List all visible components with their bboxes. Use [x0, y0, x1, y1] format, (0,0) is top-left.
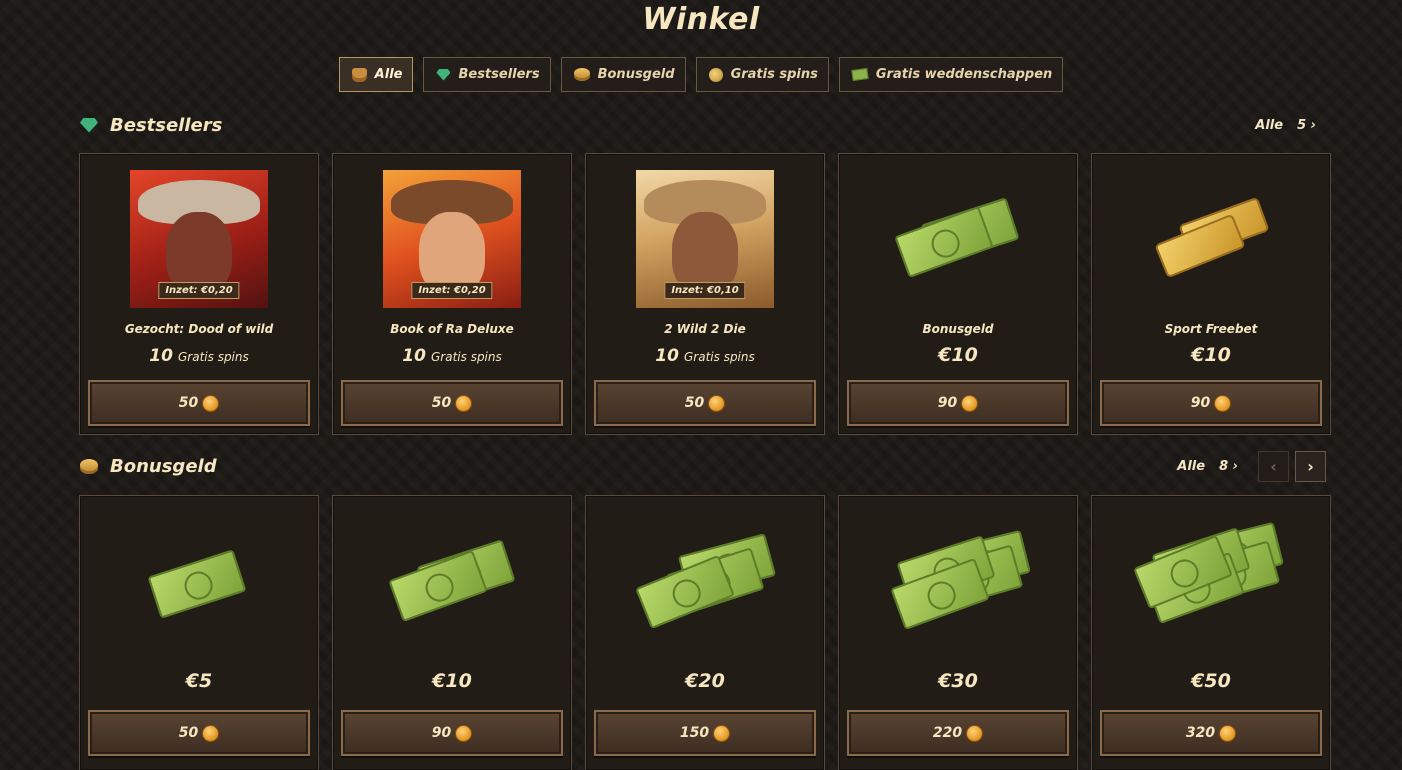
buy-button[interactable]: 90 [1100, 380, 1322, 426]
cash-icon [851, 67, 869, 82]
price-label: 320 [1185, 725, 1216, 741]
price-label: 220 [932, 725, 963, 741]
coin-icon [202, 394, 220, 412]
coin-icon [1219, 724, 1237, 742]
stake-badge: Inzet: €0,20 [158, 282, 240, 299]
price-label: 90 [1190, 395, 1211, 411]
filter-gratis-weddenschappen[interactable]: Gratis weddenschappen [838, 57, 1064, 92]
see-all-count: 8 › [1219, 458, 1238, 474]
buy-button[interactable]: 50 [341, 380, 563, 426]
product-card[interactable]: €5 50 [79, 495, 319, 770]
coin-icon [1214, 394, 1232, 412]
price-label: 50 [684, 395, 705, 411]
cash-stack-image [1133, 521, 1284, 625]
product-value: €30 [938, 670, 978, 692]
product-card[interactable]: Sport Freebet €10 90 [1091, 153, 1331, 435]
see-all-label: Alle [1255, 117, 1284, 133]
cash-stack-image [383, 526, 521, 626]
coin-icon [713, 724, 731, 742]
buy-button[interactable]: 320 [1100, 710, 1322, 756]
stake-badge: Inzet: €0,20 [411, 282, 493, 299]
filter-label: Gratis weddenschappen [875, 67, 1053, 82]
see-all-label: Alle [1177, 458, 1206, 474]
coin-icon [455, 394, 473, 412]
see-all-bonusgeld-link[interactable]: Alle 8 › [1177, 459, 1238, 474]
price-label: 90 [431, 725, 452, 741]
bestsellers-grid: Inzet: €0,20 Gezocht: Dood of wild 10 Gr… [79, 153, 1331, 435]
product-card[interactable]: Inzet: €0,20 Book of Ra Deluxe 10 Gratis… [332, 153, 572, 435]
coins-icon [573, 68, 590, 81]
product-name: Book of Ra Deluxe [390, 322, 514, 336]
price-label: 150 [679, 725, 710, 741]
bonusgeld-header: Bonusgeld Alle 8 › ‹ › [80, 450, 1326, 482]
gem-icon [436, 68, 451, 81]
coin-icon [708, 67, 723, 82]
product-value: 10 Gratis spins [655, 346, 755, 366]
section-title: Bonusgeld [110, 455, 217, 477]
coin-icon [961, 394, 979, 412]
coin-icon [202, 724, 220, 742]
stake-badge: Inzet: €0,10 [664, 282, 746, 299]
product-value: 10 Gratis spins [149, 346, 249, 366]
product-value: €10 [1191, 344, 1231, 366]
product-name: Sport Freebet [1164, 322, 1258, 336]
product-value: €10 [938, 344, 978, 366]
buy-button[interactable]: 220 [847, 710, 1069, 756]
next-arrow-button[interactable]: › [1295, 450, 1326, 482]
product-card[interactable]: €50 320 [1091, 495, 1331, 770]
product-value: 10 Gratis spins [402, 346, 502, 366]
product-card[interactable]: €20 150 [585, 495, 825, 770]
coin-icon [708, 394, 726, 412]
section-title: Bestsellers [110, 114, 223, 136]
product-card[interactable]: €10 90 [332, 495, 572, 770]
product-card[interactable]: Inzet: €0,10 2 Wild 2 Die 10 Gratis spin… [585, 153, 825, 435]
coins-icon [80, 458, 98, 474]
prev-arrow-button[interactable]: ‹ [1258, 450, 1289, 482]
filter-label: Alle [374, 67, 403, 82]
product-name: Gezocht: Dood of wild [124, 322, 274, 336]
cash-stack-image [889, 526, 1031, 631]
product-name: Bonusgeld [922, 322, 994, 336]
cash-stack-image [130, 532, 268, 632]
coin-icon [966, 724, 984, 742]
price-label: 50 [431, 395, 452, 411]
product-card[interactable]: €30 220 [838, 495, 1078, 770]
product-value: €20 [685, 670, 725, 692]
filter-tabs: Alle Bestsellers Bonusgeld Gratis spins … [0, 57, 1402, 92]
filter-bonusgeld[interactable]: Bonusgeld [560, 57, 686, 92]
price-label: 50 [178, 395, 199, 411]
filter-label: Bestsellers [458, 67, 540, 82]
product-card[interactable]: Inzet: €0,20 Gezocht: Dood of wild 10 Gr… [79, 153, 319, 435]
product-value: €10 [432, 670, 472, 692]
coin-icon [455, 724, 473, 742]
product-value: €5 [185, 670, 213, 692]
see-all-bestsellers-link[interactable]: Alle 5 › [1255, 118, 1316, 133]
see-all-count: 5 › [1297, 117, 1316, 133]
gem-icon [80, 117, 98, 133]
product-name: 2 Wild 2 Die [664, 322, 746, 336]
buy-button[interactable]: 50 [88, 380, 310, 426]
product-card[interactable]: Bonusgeld €10 90 [838, 153, 1078, 435]
cash-stack-image [889, 184, 1027, 284]
bonusgeld-grid: €5 50 €10 90 €20 150 €30 220 €50 320 [79, 495, 1331, 770]
product-value: €50 [1191, 670, 1231, 692]
filter-bestsellers[interactable]: Bestsellers [423, 57, 551, 92]
page-title: Winkel [642, 2, 760, 37]
freebet-ticket-image [1142, 184, 1280, 284]
price-label: 50 [178, 725, 199, 741]
bag-icon [351, 67, 367, 82]
filter-all[interactable]: Alle [338, 57, 414, 92]
filter-label: Bonusgeld [597, 67, 675, 82]
price-label: 90 [937, 395, 958, 411]
filter-gratis-spins[interactable]: Gratis spins [695, 57, 829, 92]
buy-button[interactable]: 90 [847, 380, 1069, 426]
cash-stack-image [635, 526, 777, 630]
buy-button[interactable]: 50 [594, 380, 816, 426]
filter-label: Gratis spins [730, 67, 818, 82]
buy-button[interactable]: 50 [88, 710, 310, 756]
buy-button[interactable]: 90 [341, 710, 563, 756]
carousel-nav: ‹ › [1258, 450, 1326, 482]
buy-button[interactable]: 150 [594, 710, 816, 756]
bestsellers-header: Bestsellers Alle 5 › [80, 110, 1326, 140]
